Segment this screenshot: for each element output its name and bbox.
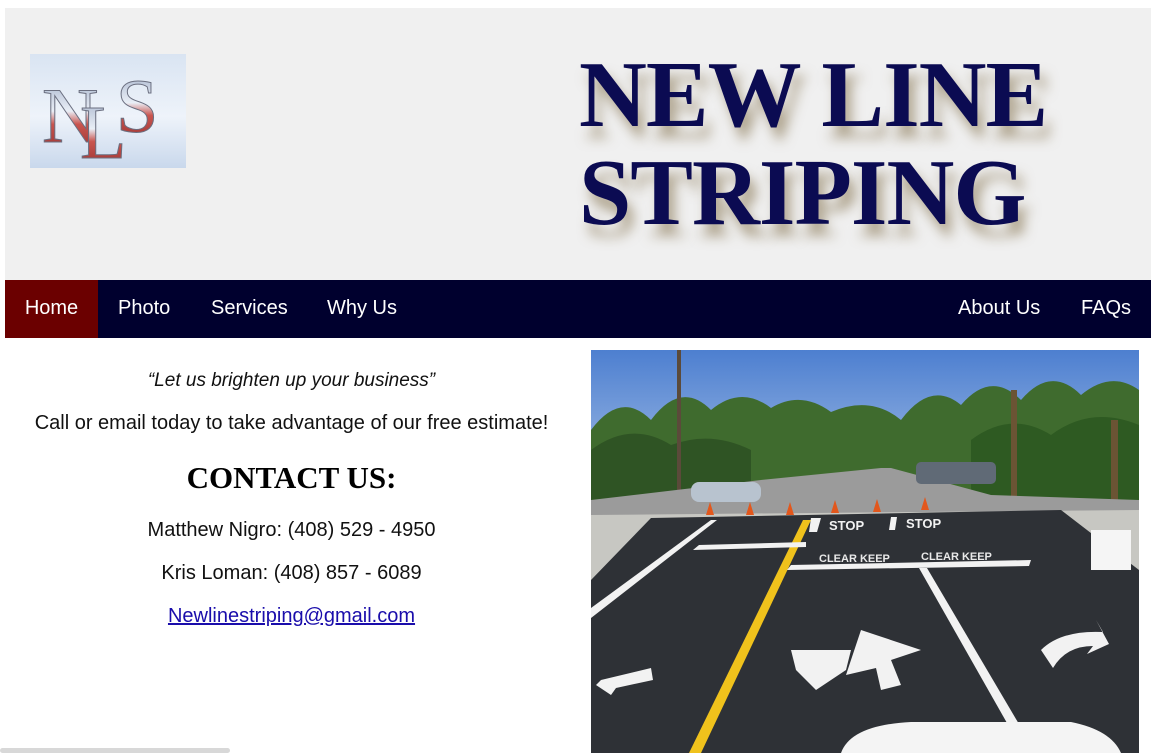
contact-kris: Kris Loman: (408) 857 - 6089	[161, 562, 422, 584]
contact-heading: CONTACT US:	[186, 460, 397, 495]
marking-keep-clear-1: CLEAR KEEP	[819, 553, 890, 565]
nls-logo-mark: N L S	[42, 65, 159, 169]
nav-why-us[interactable]: Why Us	[307, 280, 417, 338]
road-photo-illustration: STOP STOP CLEAR KEEP CLEAR KEEP	[591, 350, 1139, 753]
nav-about-us[interactable]: About Us	[938, 280, 1060, 338]
nav-home[interactable]: Home	[5, 280, 98, 338]
brand-title-line-2: STRIPING	[579, 141, 1026, 245]
call-to-action-text: Call or email today to take advantage of…	[34, 412, 549, 434]
nav-photo[interactable]: Photo	[98, 280, 190, 338]
nav-services[interactable]: Services	[191, 280, 308, 338]
bottom-scroll-indicator	[0, 748, 230, 753]
marking-stop-2: STOP	[906, 516, 941, 531]
brand-title: NEW LINE STRIPING	[579, 46, 1139, 242]
marking-stop-1: STOP	[829, 518, 864, 533]
email-line: Newlinestriping@gmail.com	[5, 605, 578, 628]
marking-keep-clear-2: CLEAR KEEP	[921, 551, 992, 563]
contact-matthew: Matthew Nigro: (408) 529 - 4950	[147, 519, 436, 541]
site-header: N L S NEW LINE STRIPING	[5, 8, 1151, 280]
road-striping-photo: STOP STOP CLEAR KEEP CLEAR KEEP	[591, 350, 1139, 753]
page: N L S NEW LINE STRIPING Home Photo Servi…	[0, 0, 1159, 753]
nls-logo[interactable]: N L S	[30, 54, 186, 168]
brand-title-line-1: NEW LINE	[579, 43, 1048, 147]
main-nav: Home Photo Services Why Us About Us FAQs	[5, 280, 1151, 338]
svg-text:S: S	[116, 65, 158, 149]
email-link[interactable]: Newlinestriping@gmail.com	[168, 605, 415, 627]
nav-faqs[interactable]: FAQs	[1061, 280, 1151, 338]
tagline: “Let us brighten up your business”	[147, 370, 436, 391]
